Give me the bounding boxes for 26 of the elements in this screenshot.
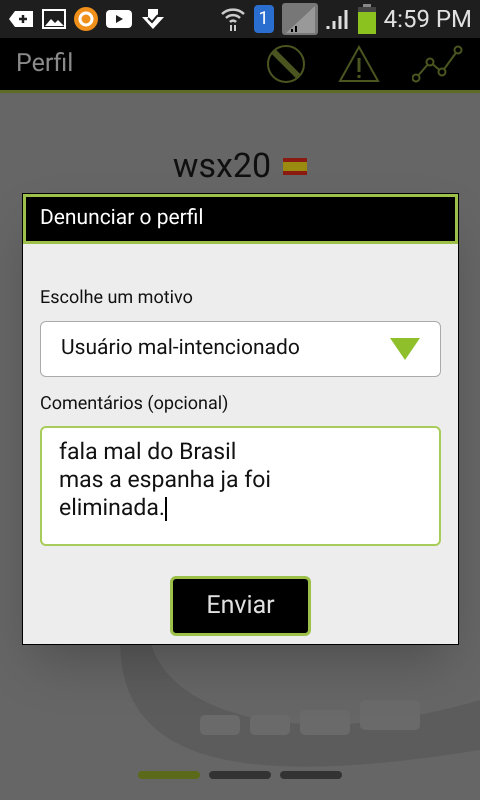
page-indicator[interactable] (209, 771, 271, 779)
flag-icon (283, 158, 308, 175)
add-icon (8, 10, 34, 28)
page-indicator[interactable] (280, 771, 342, 779)
comments-label: Comentários (opcional) (40, 392, 230, 416)
submit-button[interactable]: Enviar (170, 576, 311, 636)
dialog-title: Denunciar o perfil (40, 205, 204, 232)
sim-badge: 1 (254, 5, 274, 33)
wifi-icon (220, 6, 246, 32)
ring-icon (74, 7, 98, 31)
app-title: Perfil (16, 48, 74, 80)
clock-time: 4:59 PM (384, 4, 472, 35)
battery-icon (358, 4, 376, 34)
image-icon (42, 9, 66, 29)
download-icon (140, 8, 166, 30)
reason-dropdown[interactable]: Usuário mal-intencionado (40, 321, 441, 377)
profile-name: wsx20 (172, 145, 272, 188)
warning-icon[interactable] (338, 45, 380, 83)
comments-field[interactable]: fala mal do Brasil mas a espanha ja foi eliminada. (40, 426, 441, 546)
play-icon (106, 10, 132, 28)
signal-icon (326, 8, 350, 30)
block-icon[interactable] (266, 44, 306, 84)
dropdown-arrow-icon (390, 338, 420, 360)
chart-line-icon[interactable] (412, 44, 464, 84)
signal-icon (282, 3, 318, 35)
reason-label: Escolhe um motivo (40, 286, 194, 310)
